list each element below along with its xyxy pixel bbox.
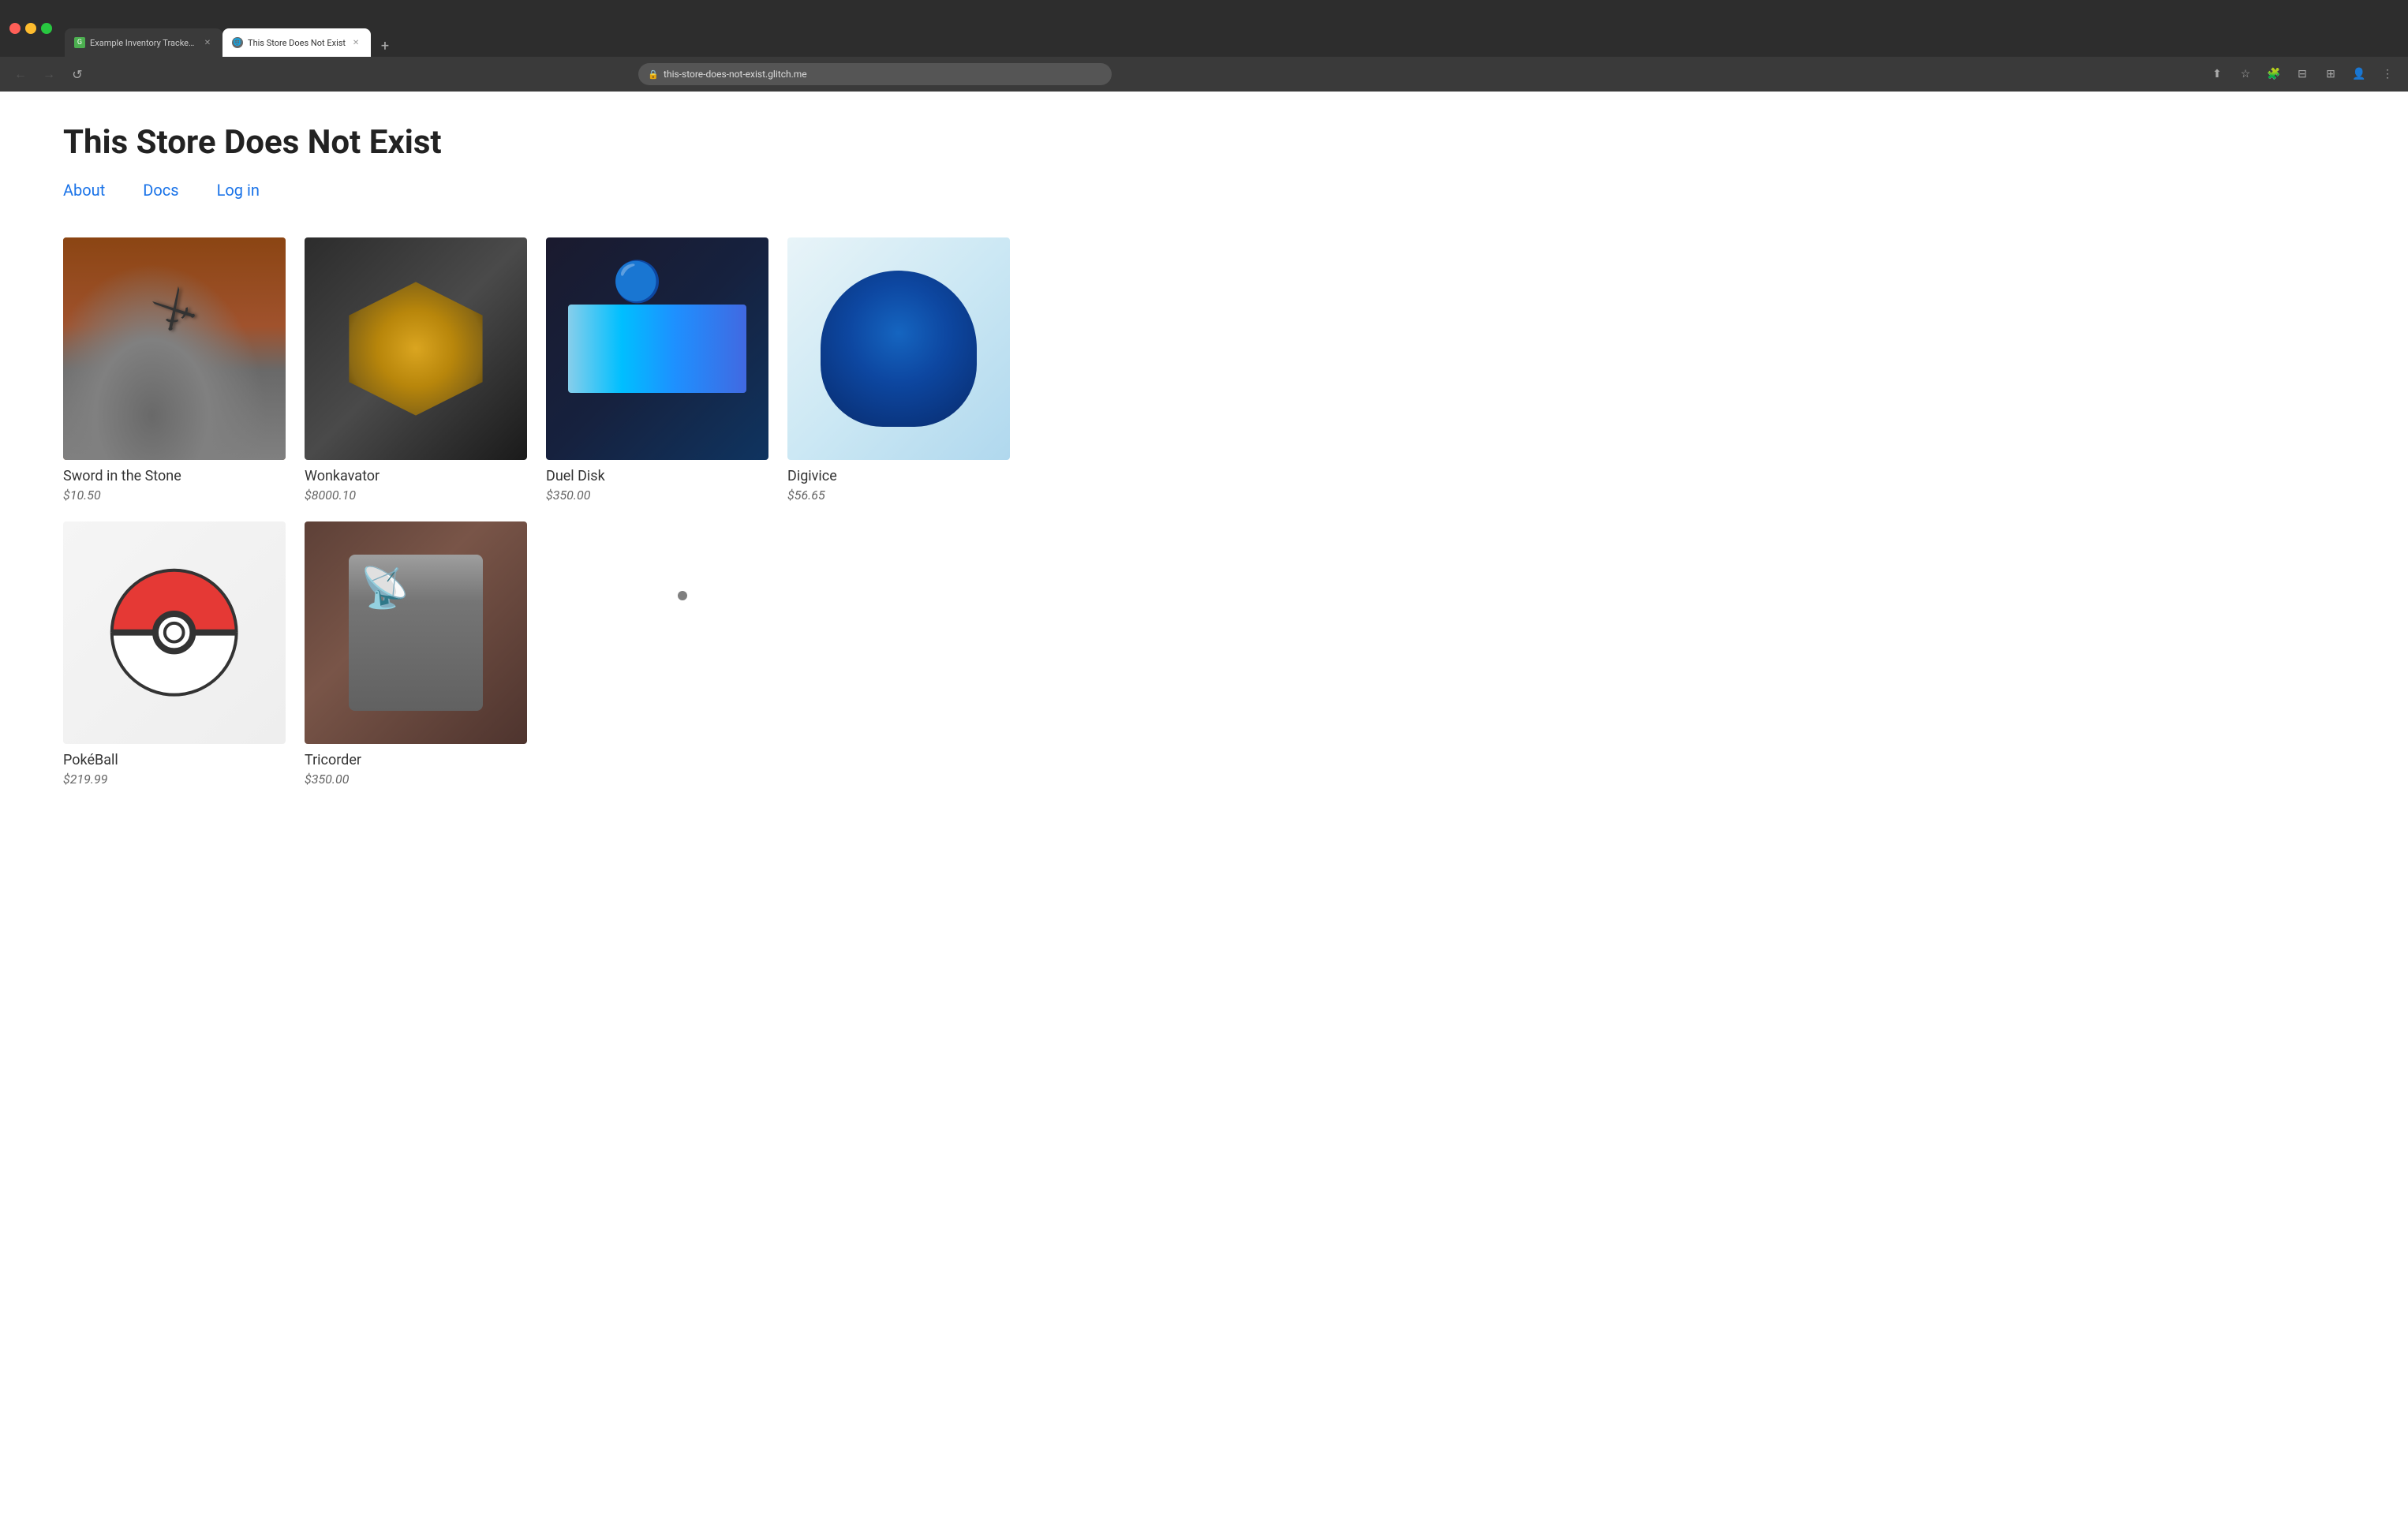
- product-price-tricorder: $350.00: [305, 772, 527, 787]
- browser-chrome: G Example Inventory Tracker - G... ✕ 🌐 T…: [0, 0, 2408, 57]
- reload-button[interactable]: ↺: [66, 63, 88, 85]
- product-card-wonkavator[interactable]: Wonkavator $8000.10: [305, 237, 527, 503]
- product-name-sword-in-the-stone: Sword in the Stone: [63, 468, 286, 484]
- product-grid: Sword in the Stone $10.50 Wonkavator $80…: [63, 237, 1010, 787]
- url-bar[interactable]: 🔒 this-store-does-not-exist.glitch.me: [638, 63, 1112, 85]
- url-bar-row: ← → ↺ 🔒 this-store-does-not-exist.glitch…: [0, 57, 2408, 92]
- split-view-button[interactable]: ⊞: [2320, 63, 2342, 85]
- product-image-wonkavator: [305, 237, 527, 460]
- new-tab-button[interactable]: +: [374, 35, 396, 57]
- product-name-pokeball: PokéBall: [63, 752, 286, 768]
- maximize-button[interactable]: [41, 23, 52, 34]
- product-card-digivice[interactable]: Digivice $56.65: [787, 237, 1010, 503]
- back-button[interactable]: ←: [9, 63, 32, 85]
- product-name-duel-disk: Duel Disk: [546, 468, 768, 484]
- product-image-duel-disk: [546, 237, 768, 460]
- page-title: This Store Does Not Exist: [63, 123, 2345, 162]
- extensions-button[interactable]: 🧩: [2263, 63, 2285, 85]
- product-price-duel-disk: $350.00: [546, 488, 768, 503]
- tab-1-close[interactable]: ✕: [202, 37, 213, 48]
- minimize-button[interactable]: [25, 23, 36, 34]
- profile-button[interactable]: 👤: [2348, 63, 2370, 85]
- product-price-pokeball: $219.99: [63, 772, 286, 787]
- product-name-wonkavator: Wonkavator: [305, 468, 527, 484]
- product-price-digivice: $56.65: [787, 488, 1010, 503]
- tab-2-icon: 🌐: [232, 37, 243, 48]
- lock-icon: 🔒: [648, 69, 659, 80]
- share-button[interactable]: ⬆: [2206, 63, 2228, 85]
- product-image-sword-in-the-stone: [63, 237, 286, 460]
- forward-button[interactable]: →: [38, 63, 60, 85]
- product-card-sword-in-the-stone[interactable]: Sword in the Stone $10.50: [63, 237, 286, 503]
- tab-1-title: Example Inventory Tracker - G...: [90, 38, 197, 48]
- tab-2-title: This Store Does Not Exist: [248, 38, 346, 48]
- tab-1-icon: G: [74, 37, 85, 48]
- pokeball-svg: [96, 555, 252, 710]
- nav-about[interactable]: About: [63, 181, 105, 200]
- menu-button[interactable]: ⋮: [2376, 63, 2399, 85]
- product-price-sword-in-the-stone: $10.50: [63, 488, 286, 503]
- page-content: This Store Does Not Exist About Docs Log…: [0, 92, 2408, 1540]
- tab-2-close[interactable]: ✕: [350, 37, 361, 48]
- product-name-digivice: Digivice: [787, 468, 1010, 484]
- traffic-lights: [9, 23, 52, 34]
- tab-1[interactable]: G Example Inventory Tracker - G... ✕: [65, 28, 222, 57]
- product-card-tricorder[interactable]: Tricorder $350.00: [305, 521, 527, 787]
- nav-login[interactable]: Log in: [217, 181, 260, 200]
- product-card-pokeball[interactable]: PokéBall $219.99: [63, 521, 286, 787]
- product-image-tricorder: [305, 521, 527, 744]
- nav-links: About Docs Log in: [63, 181, 2345, 200]
- product-image-pokeball: [63, 521, 286, 744]
- product-card-duel-disk[interactable]: Duel Disk $350.00: [546, 237, 768, 503]
- tab-bar: G Example Inventory Tracker - G... ✕ 🌐 T…: [65, 0, 2399, 57]
- product-name-tricorder: Tricorder: [305, 752, 527, 768]
- bookmark-button[interactable]: ☆: [2234, 63, 2257, 85]
- product-image-digivice: [787, 237, 1010, 460]
- nav-docs[interactable]: Docs: [143, 181, 178, 200]
- tab-2[interactable]: 🌐 This Store Does Not Exist ✕: [222, 28, 371, 57]
- close-button[interactable]: [9, 23, 21, 34]
- url-text: this-store-does-not-exist.glitch.me: [664, 69, 807, 80]
- sidebar-button[interactable]: ⊟: [2291, 63, 2313, 85]
- browser-actions: ⬆ ☆ 🧩 ⊟ ⊞ 👤 ⋮: [2206, 63, 2399, 85]
- product-price-wonkavator: $8000.10: [305, 488, 527, 503]
